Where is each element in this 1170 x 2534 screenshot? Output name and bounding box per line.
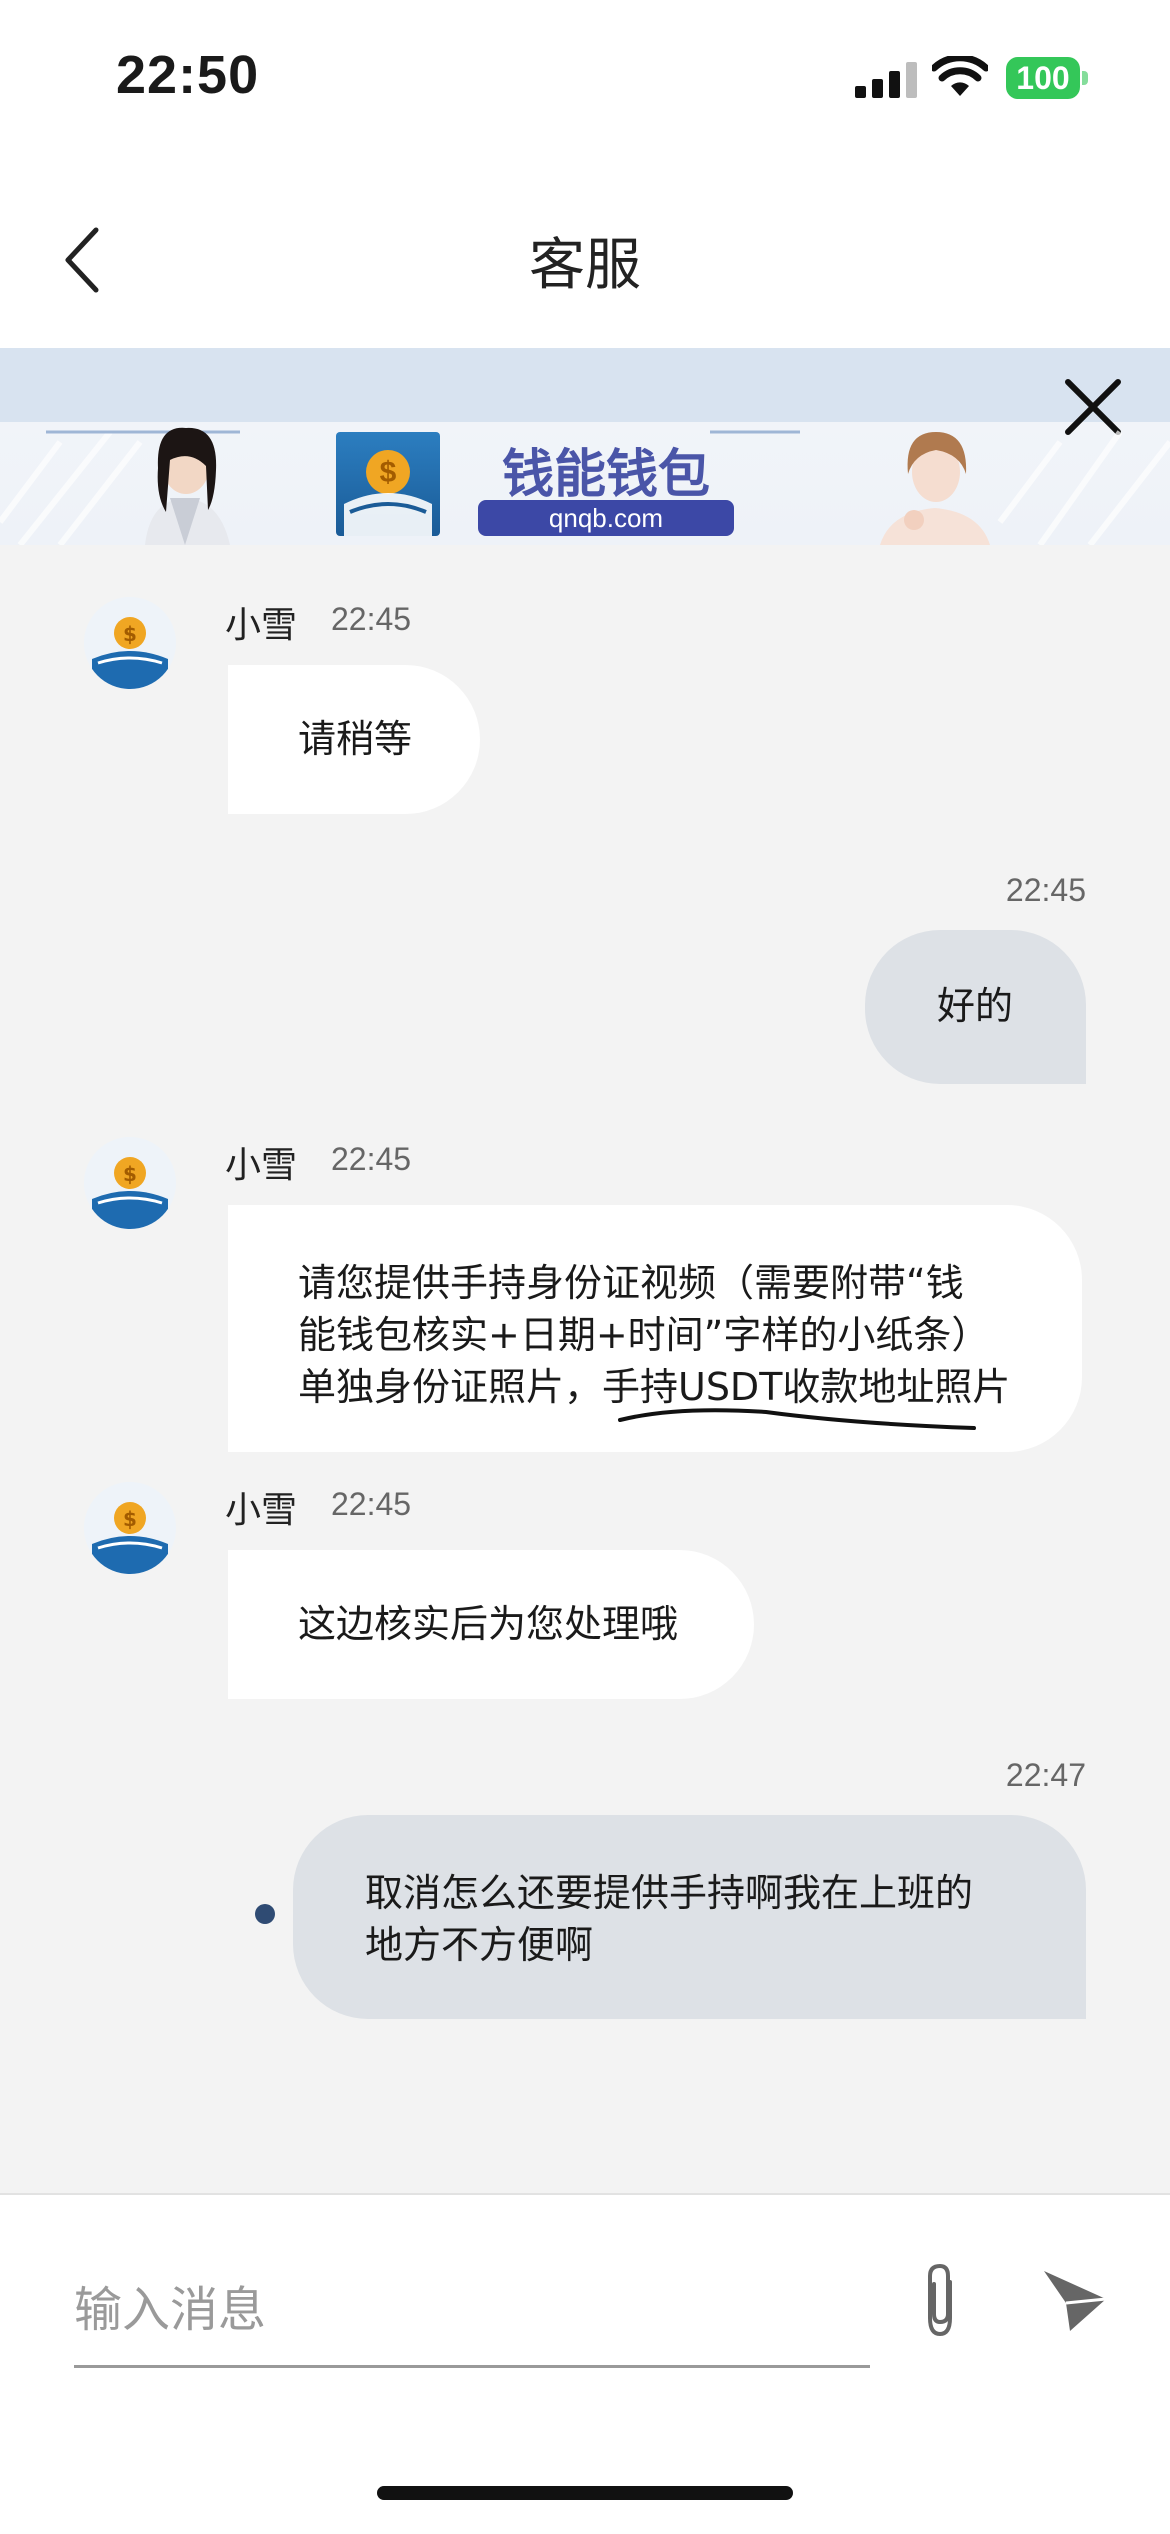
battery-icon: 100 [1006,57,1088,99]
message-text: 这边核实后为您处理哦 [298,1602,679,1646]
message-line: 地方不方便啊 [365,1923,594,1967]
message-input[interactable] [74,2255,870,2368]
sender-name: 小雪 [225,605,298,646]
battery-level: 100 [1006,57,1080,99]
banner-model-left [145,427,230,545]
sender-name: 小雪 [225,1490,298,1531]
message-time: 22:47 [1005,1757,1086,1793]
outgoing-message-bubble[interactable]: 取消怎么还要提供手持啊我在上班的 地方不方便啊 [293,1815,1086,2019]
svg-text:$: $ [123,1507,137,1531]
avatar: $ [84,1137,176,1229]
ad-banner[interactable]: $ 钱能钱包 qnqb.com [0,348,1170,545]
incoming-message-bubble[interactable]: 请稍等 [228,665,480,814]
avatar: $ [84,1482,176,1574]
handwritten-underline [618,1408,976,1430]
status-time: 22:50 [116,45,260,105]
wifi-icon [932,56,988,96]
home-indicator[interactable] [377,2486,793,2500]
page-title: 客服 [529,233,641,298]
avatar: $ [84,597,176,689]
message-time: 22:45 [331,1486,412,1522]
banner-url: qnqb.com [478,500,734,536]
nav-bar: 客服 [0,150,1170,348]
message-text: 请稍等 [298,717,413,761]
svg-text:$: $ [123,622,137,646]
message-line: 请您提供手持身份证视频（需要附带“钱 [298,1261,964,1305]
composer-bar [0,2193,1170,2534]
wallet-logo: $ [336,432,440,536]
signal-icon [855,62,917,98]
message-line: 取消怎么还要提供手持啊我在上班的 [365,1871,974,1915]
banner-top-strip [0,348,1170,422]
banner-model-right [880,432,990,545]
unread-dot-icon [255,1904,275,1924]
paperclip-icon[interactable] [910,2260,970,2340]
message-time: 22:45 [331,1141,412,1177]
outgoing-message-bubble[interactable]: 好的 [865,930,1086,1084]
svg-text:$: $ [123,1162,137,1186]
incoming-message-bubble[interactable]: 这边核实后为您处理哦 [228,1550,754,1699]
status-bar: 22:50 100 [0,0,1170,150]
message-text: 好的 [937,984,1014,1028]
svg-text:$: $ [380,456,397,489]
message-line: 能钱包核实+日期+时间”字样的小纸条） [298,1313,990,1357]
send-icon[interactable] [1040,2265,1110,2335]
sender-name: 小雪 [225,1145,298,1186]
banner-brand: 钱能钱包 [501,444,710,505]
message-time: 22:45 [1005,872,1086,908]
message-time: 22:45 [331,601,412,637]
